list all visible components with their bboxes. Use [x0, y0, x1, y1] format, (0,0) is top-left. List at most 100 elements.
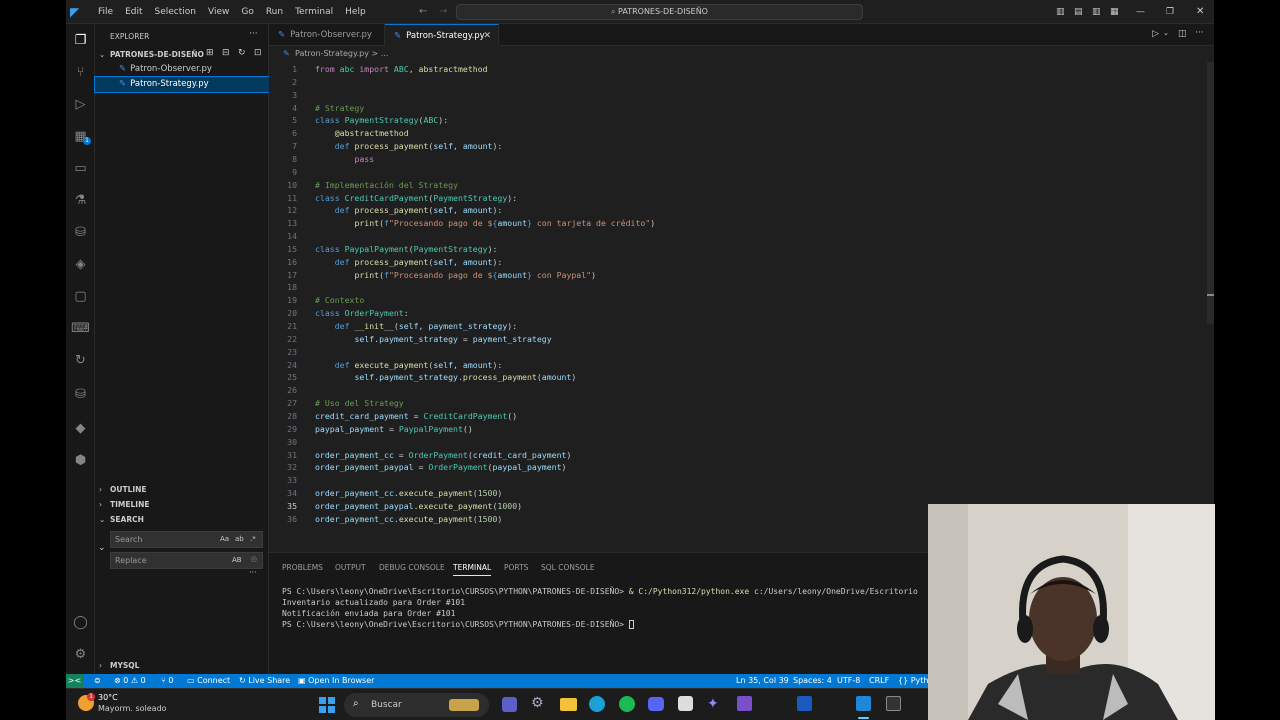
visual-studio-icon[interactable]: [737, 696, 752, 711]
game-app-icon[interactable]: ✦: [707, 696, 719, 712]
open-in-browser-button[interactable]: ▣ Open In Browser: [298, 674, 374, 688]
letterbox-left: [0, 0, 66, 720]
close-window-icon[interactable]: ✕: [1196, 6, 1204, 17]
menu-file[interactable]: File: [92, 7, 119, 17]
search-section[interactable]: ⌄ SEARCH: [95, 512, 269, 527]
whole-word-icon[interactable]: ab: [235, 532, 244, 547]
file-item[interactable]: ✎ Patron-Observer.py: [95, 62, 269, 77]
replace-all-icon[interactable]: ⊜: [250, 555, 258, 565]
panel-tab-terminal[interactable]: TERMINAL: [453, 563, 492, 576]
file-item[interactable]: ✎ Patron-Strategy.py: [94, 76, 270, 93]
settings-gear-icon[interactable]: ⚙: [72, 646, 89, 663]
menu-edit[interactable]: Edit: [119, 7, 148, 17]
split-editor-icon[interactable]: ◫: [1178, 29, 1187, 39]
menu-view[interactable]: View: [202, 7, 235, 17]
file-explorer-icon[interactable]: [560, 698, 577, 711]
regex-icon[interactable]: .*: [250, 532, 256, 547]
extensions-icon[interactable]: ▦ 1: [72, 128, 91, 145]
taskbar-search[interactable]: ⌕ Buscar: [344, 693, 489, 717]
code-text: # Strategy: [315, 102, 365, 113]
terminal-app-icon[interactable]: [886, 696, 901, 711]
remote-explorer-icon[interactable]: ▭: [72, 160, 89, 177]
panel-tab-output[interactable]: OUTPUT: [335, 563, 366, 572]
collapse-all-icon[interactable]: ⊡: [254, 48, 262, 58]
panel-tab-problems[interactable]: PROBLEMS: [282, 563, 323, 572]
nav-forward-icon[interactable]: →: [439, 6, 447, 17]
new-file-icon[interactable]: ⊞: [206, 48, 214, 58]
edge-icon[interactable]: [589, 696, 605, 712]
language-mode[interactable]: {} Pyth: [898, 674, 929, 688]
testing-icon[interactable]: ⚗: [72, 192, 89, 209]
ports-status[interactable]: ⑂ 0: [161, 674, 173, 688]
weather-widget[interactable]: 1 30°C Mayorm. soleado: [78, 693, 168, 717]
panel-tab-debug-console[interactable]: DEBUG CONSOLE: [379, 563, 445, 572]
indentation[interactable]: Spaces: 4: [793, 674, 832, 688]
run-debug-icon[interactable]: ▷: [72, 96, 89, 113]
source-control-icon[interactable]: ⑂: [72, 64, 89, 81]
start-button[interactable]: [319, 697, 335, 713]
toggle-sidebar-icon[interactable]: ▥: [1056, 7, 1065, 17]
live-share-icon[interactable]: ↻: [72, 352, 89, 369]
search-details-icon[interactable]: ···: [249, 568, 257, 577]
task-view-icon[interactable]: [502, 697, 517, 712]
spotify-icon[interactable]: [619, 696, 635, 712]
toggle-panel-icon[interactable]: ▤: [1074, 7, 1083, 17]
docker-icon[interactable]: ◆: [72, 420, 89, 437]
minimize-icon[interactable]: —: [1136, 7, 1145, 17]
panel-tab-ports[interactable]: PORTS: [504, 563, 528, 572]
editor-more-icon[interactable]: ···: [1195, 28, 1204, 38]
preserve-case-icon[interactable]: AB: [232, 553, 242, 568]
run-dropdown-icon[interactable]: ⌄: [1163, 29, 1169, 37]
timeline-section[interactable]: › TIMELINE: [95, 497, 269, 512]
cursor-position[interactable]: Ln 35, Col 39: [736, 674, 789, 688]
vscode-taskbar-icon[interactable]: [856, 696, 871, 711]
python-icon[interactable]: ⬢: [72, 452, 89, 469]
panel-tab-sql-console[interactable]: SQL CONSOLE: [541, 563, 595, 572]
replace-input[interactable]: Replace AB: [110, 552, 263, 569]
refresh-icon[interactable]: ↻: [238, 48, 246, 58]
code-editor[interactable]: 1 from abc import ABC, abstractmethod 2 3 4 #…: [269, 62, 1214, 552]
discord-icon[interactable]: [648, 697, 664, 711]
explorer-icon[interactable]: ❐: [72, 32, 89, 49]
more-actions-icon[interactable]: ···: [249, 29, 258, 39]
mysql-icon[interactable]: ⛁: [72, 386, 89, 403]
connect-button[interactable]: ▭ Connect: [187, 674, 230, 688]
tab-patron-strategy[interactable]: ✎ Patron-Strategy.py ✕: [385, 24, 499, 46]
outline-section[interactable]: › OUTLINE: [95, 482, 269, 497]
menu-terminal[interactable]: Terminal: [289, 7, 339, 17]
layers-icon[interactable]: ◈: [72, 256, 89, 273]
database-icon[interactable]: ⛁: [72, 224, 89, 241]
match-case-icon[interactable]: Aa: [220, 532, 229, 547]
breadcrumb-text: Patron-Strategy.py > ...: [295, 49, 389, 58]
settings-app-icon[interactable]: ⚙: [531, 695, 544, 711]
terminal-icon[interactable]: ⌨: [71, 320, 90, 337]
encoding[interactable]: UTF-8: [837, 674, 860, 688]
new-folder-icon[interactable]: ⊟: [222, 48, 230, 58]
run-python-icon[interactable]: ▷: [1152, 29, 1159, 39]
word-icon[interactable]: [797, 696, 812, 711]
customize-layout-icon[interactable]: ▦: [1110, 7, 1119, 17]
restore-icon[interactable]: ❐: [1166, 7, 1174, 17]
menu-go[interactable]: Go: [235, 7, 259, 17]
comments-icon[interactable]: ▢: [72, 288, 89, 305]
line-endings[interactable]: CRLF: [869, 674, 889, 688]
account-icon[interactable]: ◯: [72, 614, 89, 631]
toggle-secondary-sidebar-icon[interactable]: ▥: [1092, 7, 1101, 17]
toggle-replace-icon[interactable]: ⌄: [98, 543, 106, 553]
command-center-search[interactable]: ⌕ PATRONES-DE-DISEÑO: [456, 4, 863, 20]
menu-run[interactable]: Run: [260, 7, 289, 17]
app-icon[interactable]: [678, 696, 693, 711]
accounts-status-icon[interactable]: ⊜: [94, 674, 101, 688]
breadcrumb[interactable]: ✎ Patron-Strategy.py > ...: [269, 46, 1214, 62]
mysql-section[interactable]: › MYSQL: [95, 658, 269, 673]
nav-back-icon[interactable]: ←: [419, 6, 427, 17]
menu-help[interactable]: Help: [339, 7, 372, 17]
menu-selection[interactable]: Selection: [149, 7, 202, 17]
remote-indicator[interactable]: ><: [66, 674, 83, 688]
editor-scrollbar[interactable]: [1207, 62, 1214, 324]
live-share-button[interactable]: ↻ Live Share: [239, 674, 290, 688]
close-tab-icon[interactable]: ✕: [483, 31, 491, 41]
problems-status[interactable]: ⊗ 0 ⚠ 0: [114, 674, 146, 688]
search-input[interactable]: Search Aa ab .*: [110, 531, 263, 548]
tab-patron-observer[interactable]: ✎ Patron-Observer.py: [269, 24, 385, 46]
